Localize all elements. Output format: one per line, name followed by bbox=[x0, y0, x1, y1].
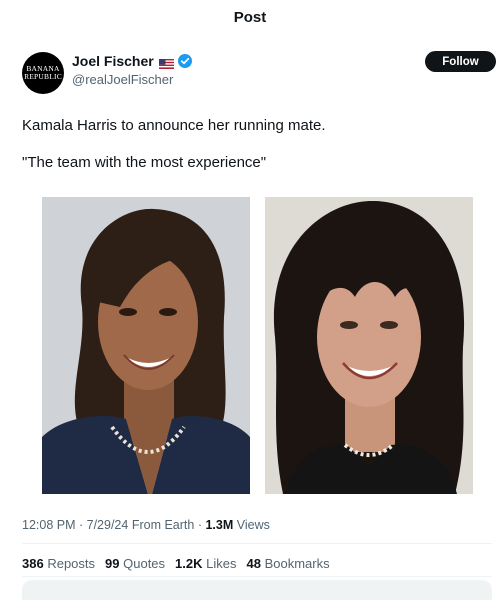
meta-separator: · bbox=[194, 518, 206, 532]
divider bbox=[22, 543, 492, 544]
post-source: From Earth bbox=[128, 518, 195, 532]
quotes-label: Quotes bbox=[123, 556, 166, 571]
post-photo-left[interactable] bbox=[42, 197, 250, 494]
follow-button[interactable]: Follow bbox=[425, 51, 496, 72]
bookmarks-count: 48 bbox=[246, 556, 261, 571]
likes-count: 1.2K bbox=[175, 556, 203, 571]
post-paragraph: "The team with the most experience" bbox=[22, 154, 267, 171]
post-text: Kamala Harris to announce her running ma… bbox=[22, 116, 482, 190]
reposts-stat[interactable]: 386 Reposts bbox=[22, 556, 95, 571]
post-paragraph: Kamala Harris to announce her running ma… bbox=[22, 117, 326, 134]
post-header: Post bbox=[0, 0, 500, 34]
likes-label: Likes bbox=[206, 556, 237, 571]
avatar[interactable]: BANANA REPUBLIC bbox=[22, 52, 64, 94]
reply-bar[interactable] bbox=[22, 580, 492, 600]
author-row: BANANA REPUBLIC Joel Fischer @realJoelFi… bbox=[22, 50, 496, 94]
quotes-stat[interactable]: 99 Quotes bbox=[105, 556, 165, 571]
engagement-stats: 386 Reposts 99 Quotes 1.2K Likes 48 Book… bbox=[22, 556, 330, 571]
author-handle[interactable]: @realJoelFischer bbox=[72, 72, 192, 87]
post-photo-right[interactable] bbox=[265, 197, 473, 494]
us-flag-icon bbox=[158, 56, 174, 69]
post-time[interactable]: 12:08 PM bbox=[22, 518, 76, 532]
meta-separator: · bbox=[75, 518, 87, 532]
bookmarks-label: Bookmarks bbox=[264, 556, 330, 571]
divider bbox=[22, 576, 492, 577]
views-label: Views bbox=[233, 518, 270, 532]
post-meta: 12:08 PM · 7/29/24 From Earth · 1.3M Vie… bbox=[22, 518, 270, 532]
avatar-text-line2: REPUBLIC bbox=[24, 72, 62, 81]
verified-badge-icon bbox=[177, 54, 192, 68]
likes-stat[interactable]: 1.2K Likes bbox=[175, 556, 236, 571]
post-date[interactable]: 7/29/24 bbox=[87, 518, 129, 532]
reposts-label: Reposts bbox=[47, 556, 96, 571]
reposts-count: 386 bbox=[22, 556, 44, 571]
quotes-count: 99 bbox=[105, 556, 120, 571]
author-names: Joel Fischer @realJoelFischer bbox=[72, 52, 192, 87]
display-name[interactable]: Joel Fischer bbox=[72, 53, 154, 69]
page-title: Post bbox=[233, 8, 267, 26]
bookmarks-stat[interactable]: 48 Bookmarks bbox=[247, 556, 330, 571]
views-count: 1.3M bbox=[205, 518, 234, 532]
